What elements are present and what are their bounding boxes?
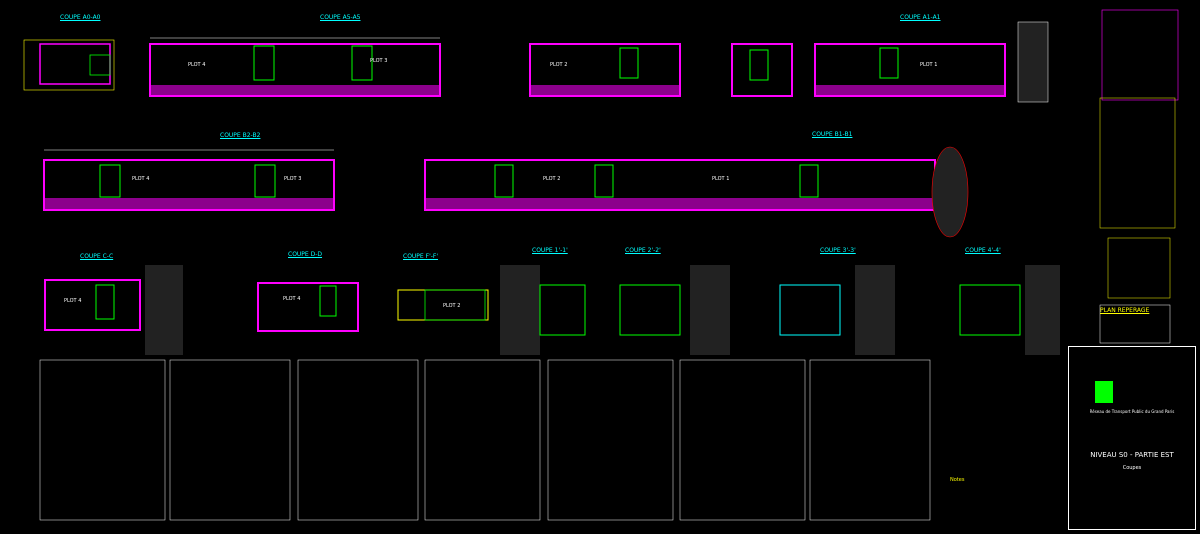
title-block: Réseau de Transport Public du Grand Pari… — [1068, 346, 1196, 530]
sheet-title: NIVEAU S0 - PARTIE EST — [1090, 451, 1174, 459]
section-title-1: COUPE 1'-1' — [532, 247, 568, 254]
plot-label: PLOT 4 — [283, 296, 301, 302]
section-title-b1: COUPE B1-B1 — [812, 131, 853, 138]
section-title-d: COUPE D-D — [288, 251, 323, 258]
section-title-a5: COUPE A5-A5 — [320, 14, 361, 21]
schedule-tables — [39, 359, 931, 521]
plot-label: PLOT 4 — [64, 298, 82, 304]
section-title-a0: COUPE A0-A0 — [60, 14, 101, 21]
section-2 — [619, 265, 730, 355]
plot-label: PLOT 3 — [370, 58, 388, 64]
section-title-3: COUPE 3'-3' — [820, 247, 856, 254]
section-c — [44, 265, 183, 355]
plan-reperage-title: PLAN REPERAGE — [1100, 307, 1150, 314]
legend-panel — [1099, 9, 1179, 344]
section-title-c: COUPE C-C — [80, 253, 114, 260]
section-title-4: COUPE 4'-4' — [965, 247, 1001, 254]
project-name: Réseau de Transport Public du Grand Pari… — [1089, 409, 1175, 414]
section-b1 — [424, 146, 969, 238]
section-a1 — [529, 21, 1049, 103]
section-4 — [959, 265, 1060, 355]
sheet-subtitle: Coupes — [1122, 465, 1142, 471]
plot-label: PLOT 1 — [920, 62, 938, 68]
section-3 — [779, 265, 895, 355]
drawing-sheet — [23, 9, 1179, 521]
section-title-a1: COUPE A1-A1 — [900, 14, 941, 21]
section-d — [257, 282, 359, 332]
plot-label: PLOT 4 — [188, 62, 206, 68]
plot-label: PLOT 1 — [712, 176, 730, 182]
logo-block — [1095, 381, 1113, 403]
plot-label: PLOT 2 — [550, 62, 568, 68]
plot-label: PLOT 2 — [443, 303, 461, 309]
section-title-f: COUPE F'-F' — [403, 253, 438, 260]
plot-label: PLOT 4 — [132, 176, 150, 182]
note-label: Notes — [950, 477, 965, 483]
plot-label: PLOT 3 — [284, 176, 302, 182]
section-1 — [500, 265, 586, 355]
section-a0 — [23, 39, 115, 91]
plot-label: PLOT 2 — [543, 176, 561, 182]
section-title-2: COUPE 2'-2' — [625, 247, 661, 254]
section-title-b2: COUPE B2-B2 — [220, 132, 261, 139]
